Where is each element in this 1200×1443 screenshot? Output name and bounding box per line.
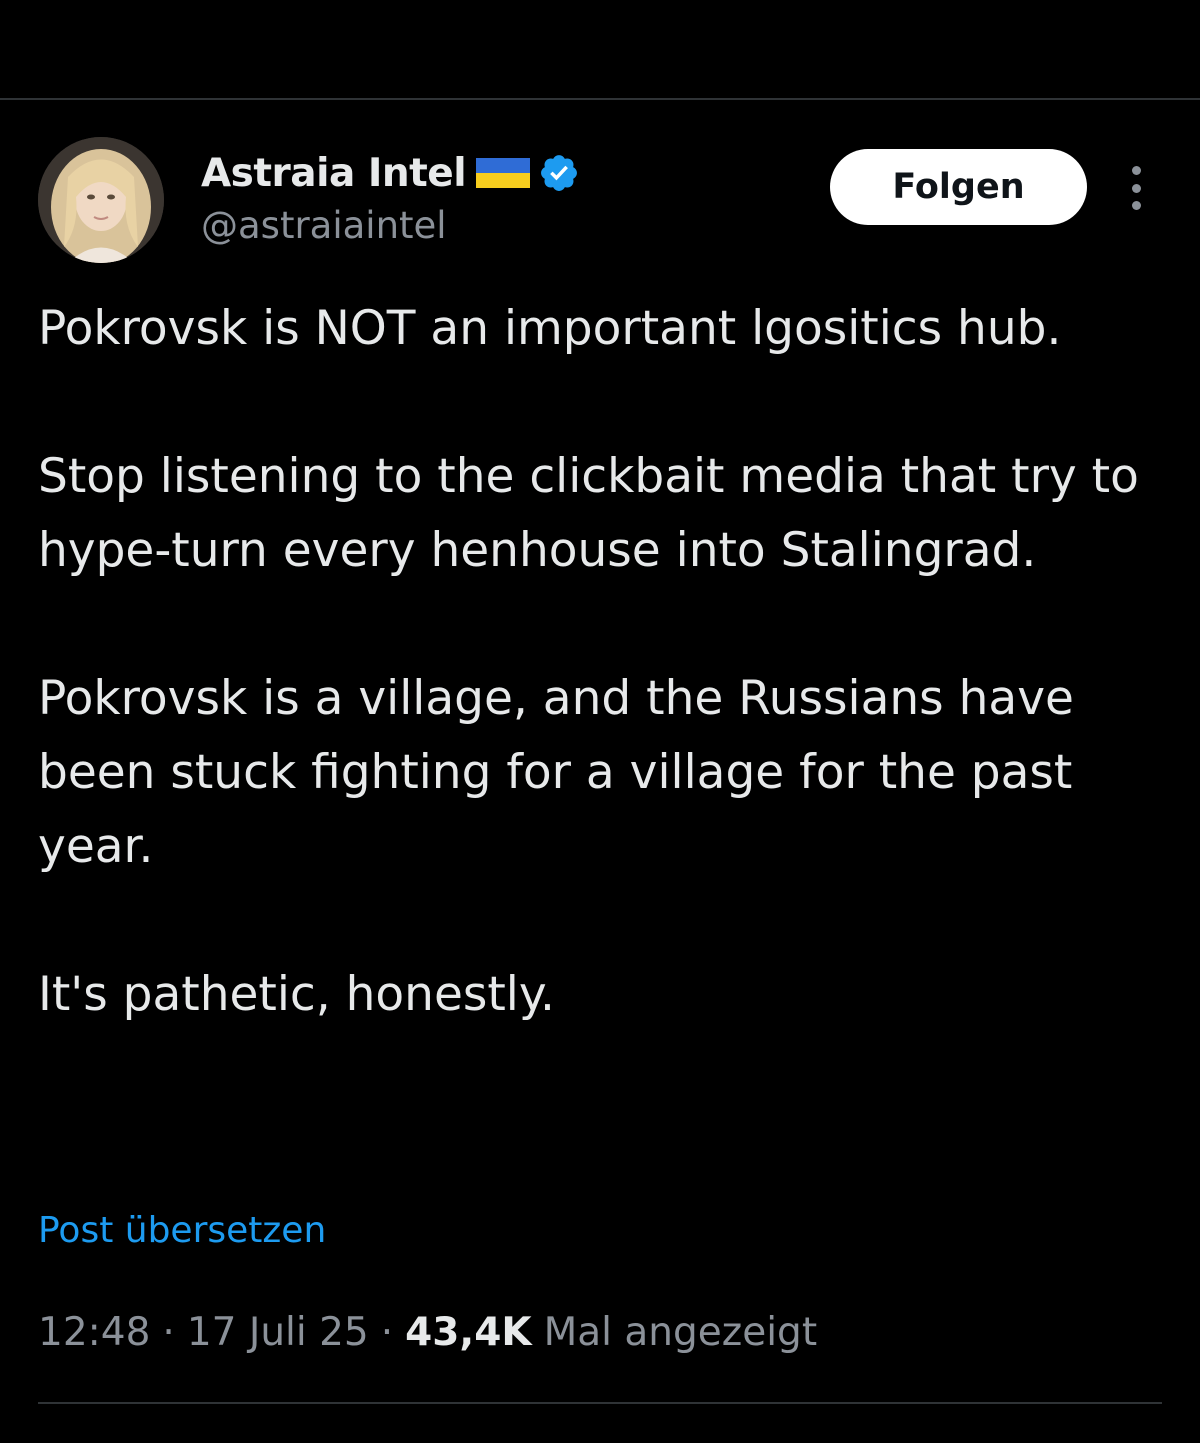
- avatar[interactable]: [38, 137, 164, 263]
- tweet-paragraph: Pokrovsk is a village, and the Russians …: [38, 671, 1074, 874]
- author-handle[interactable]: @astraiaintel: [201, 204, 447, 247]
- tweet-paragraph: Stop listening to the clickbait media th…: [38, 449, 1139, 578]
- separator: ·: [162, 1310, 175, 1355]
- tweet-view: Astraia Intel @astraiaintel Folgen Pokro…: [0, 0, 1200, 1443]
- more-vertical-icon[interactable]: [1118, 166, 1154, 210]
- tweet-paragraph: Pokrovsk is NOT an important lgositics h…: [38, 301, 1062, 356]
- follow-button[interactable]: Folgen: [830, 149, 1087, 225]
- views-count: 43,4K: [405, 1310, 532, 1355]
- display-name[interactable]: Astraia Intel: [201, 151, 467, 196]
- separator: ·: [380, 1310, 394, 1355]
- tweet-text: Pokrovsk is NOT an important lgositics h…: [38, 292, 1162, 1032]
- author-name-row[interactable]: Astraia Intel: [201, 148, 580, 198]
- top-divider: [0, 98, 1200, 100]
- post-date[interactable]: 17 Juli 25: [187, 1310, 369, 1355]
- ukraine-flag-icon: [476, 158, 531, 188]
- translate-post-link[interactable]: Post übersetzen: [38, 1210, 326, 1251]
- tweet-paragraph: It's pathetic, honestly.: [38, 967, 555, 1022]
- post-time[interactable]: 12:48: [38, 1310, 150, 1355]
- bottom-divider: [38, 1402, 1162, 1404]
- views-label: Mal angezeigt: [543, 1310, 818, 1355]
- verified-badge-icon: [541, 155, 578, 191]
- tweet-meta: 12:48 · 17 Juli 25 · 43,4K Mal angezeigt: [38, 1310, 817, 1355]
